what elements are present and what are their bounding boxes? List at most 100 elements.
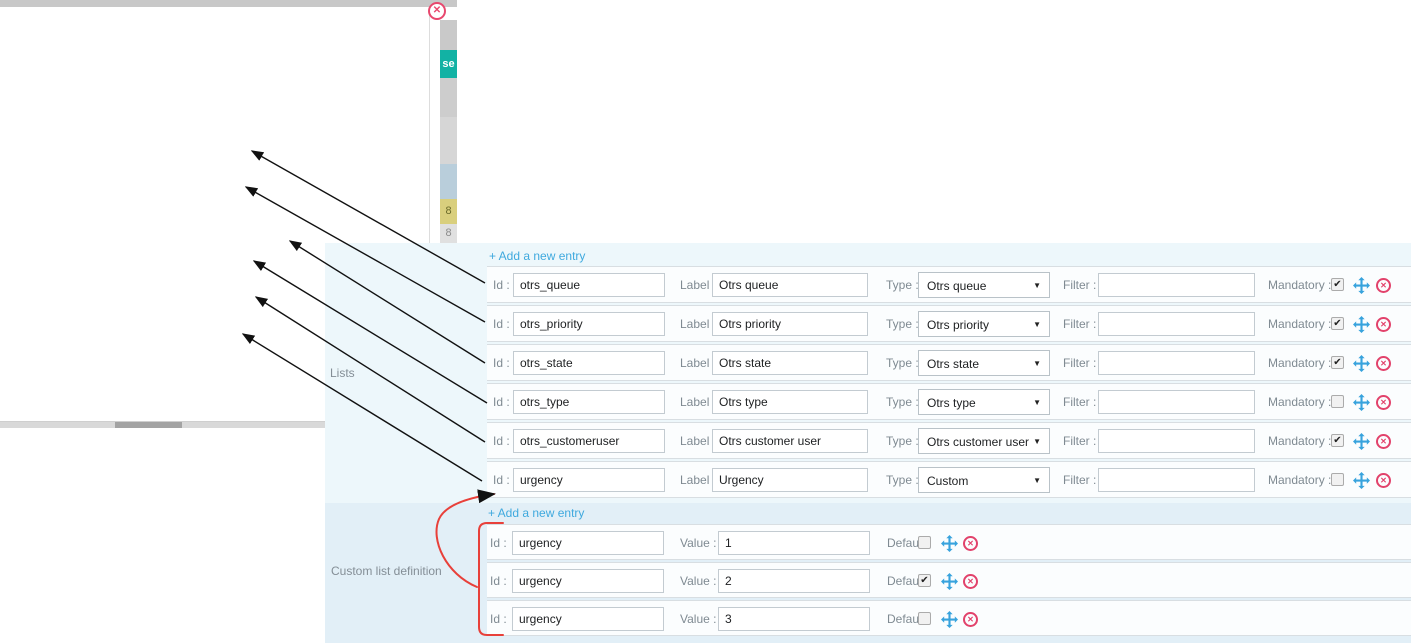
id-label: Id : [490,601,507,637]
default-checkbox[interactable] [918,536,931,549]
type-label: Type : [886,423,919,460]
mandatory-checkbox[interactable] [1331,395,1344,408]
bg-table-cell: 8 [440,199,457,224]
label-label: Label : [680,267,716,304]
window-top-bar [0,0,457,7]
id-label: Id : [493,423,510,460]
bg-table-cell [440,117,457,164]
type-label: Type : [886,462,919,499]
custom-add-entry-link[interactable]: + Add a new entry [488,506,584,520]
id-input[interactable] [512,607,664,631]
id-input[interactable] [513,273,665,297]
close-icon[interactable]: ✕ [428,2,446,20]
type-select[interactable]: Otrs priority▼ [918,311,1050,337]
mandatory-checkbox[interactable]: ✔ [1331,278,1344,291]
label-input[interactable] [712,273,868,297]
id-input[interactable] [513,351,665,375]
type-select[interactable]: Otrs customer user▼ [918,428,1050,454]
id-input[interactable] [513,390,665,414]
delete-icon[interactable]: ✕ [1376,395,1391,410]
mandatory-checkbox[interactable]: ✔ [1331,356,1344,369]
caret-down-icon: ▼ [1033,429,1041,455]
filter-input[interactable] [1098,390,1255,414]
label-label: Label : [680,423,716,460]
lists-row: Id : Label : Type : Otrs priority▼ Filte… [487,305,1411,342]
id-input[interactable] [513,468,665,492]
move-icon[interactable] [1353,277,1370,294]
move-icon[interactable] [941,573,958,590]
value-label: Value : [680,525,716,561]
id-input[interactable] [512,531,664,555]
id-label: Id : [493,384,510,421]
delete-icon[interactable]: ✕ [963,612,978,627]
id-label: Id : [493,462,510,499]
label-label: Label : [680,384,716,421]
type-label: Type : [886,384,919,421]
delete-icon[interactable]: ✕ [1376,473,1391,488]
move-icon[interactable] [1353,394,1370,411]
label-input[interactable] [712,351,868,375]
mandatory-label: Mandatory : [1268,423,1331,460]
default-checkbox[interactable] [918,612,931,625]
delete-icon[interactable]: ✕ [1376,278,1391,293]
caret-down-icon: ▼ [1033,351,1041,377]
label-input[interactable] [712,312,868,336]
id-input[interactable] [513,429,665,453]
horizontal-scrollbar[interactable] [0,422,325,428]
filter-input[interactable] [1098,351,1255,375]
move-icon[interactable] [941,535,958,552]
filter-input[interactable] [1098,468,1255,492]
value-input[interactable] [718,531,870,555]
type-select[interactable]: Otrs type▼ [918,389,1050,415]
caret-down-icon: ▼ [1033,312,1041,338]
bg-table-cell [440,164,457,199]
id-label: Id : [493,267,510,304]
label-input[interactable] [712,390,868,414]
default-checkbox[interactable]: ✔ [918,574,931,587]
mandatory-label: Mandatory : [1268,345,1331,382]
filter-label: Filter : [1063,384,1096,421]
id-input[interactable] [513,312,665,336]
scrollbar-thumb[interactable] [115,422,182,428]
delete-icon[interactable]: ✕ [1376,317,1391,332]
custom-list-row: Id : Value : Default : ✕ [487,524,1411,560]
custom-list-row: Id : Value : Default : ✕ [487,600,1411,636]
type-select[interactable]: Custom▼ [918,467,1050,493]
label-label: Label : [680,345,716,382]
move-icon[interactable] [1353,472,1370,489]
type-select[interactable]: Otrs state▼ [918,350,1050,376]
move-icon[interactable] [1353,355,1370,372]
bg-table-header-cell: se [440,50,457,78]
caret-down-icon: ▼ [1033,468,1041,494]
id-input[interactable] [512,569,664,593]
value-label: Value : [680,563,716,599]
filter-label: Filter : [1063,267,1096,304]
value-label: Value : [680,601,716,637]
filter-input[interactable] [1098,429,1255,453]
mandatory-checkbox[interactable]: ✔ [1331,434,1344,447]
delete-icon[interactable]: ✕ [963,536,978,551]
caret-down-icon: ▼ [1033,273,1041,299]
lists-row: Id : Label : Type : Otrs customer user▼ … [487,422,1411,459]
value-input[interactable] [718,569,870,593]
value-input[interactable] [718,607,870,631]
delete-icon[interactable]: ✕ [963,574,978,589]
filter-label: Filter : [1063,423,1096,460]
mandatory-checkbox[interactable]: ✔ [1331,317,1344,330]
lists-add-entry-link[interactable]: + Add a new entry [489,249,585,263]
label-input[interactable] [712,429,868,453]
filter-input[interactable] [1098,312,1255,336]
delete-icon[interactable]: ✕ [1376,434,1391,449]
lists-row: Id : Label : Type : Otrs state▼ Filter :… [487,344,1411,381]
label-input[interactable] [712,468,868,492]
delete-icon[interactable]: ✕ [1376,356,1391,371]
type-select[interactable]: Otrs queue▼ [918,272,1050,298]
move-icon[interactable] [1353,316,1370,333]
mandatory-checkbox[interactable] [1331,473,1344,486]
move-icon[interactable] [941,611,958,628]
mandatory-label: Mandatory : [1268,462,1331,499]
filter-input[interactable] [1098,273,1255,297]
id-label: Id : [493,306,510,343]
lists-row: Id : Label : Type : Custom▼ Filter : Man… [487,461,1411,498]
move-icon[interactable] [1353,433,1370,450]
